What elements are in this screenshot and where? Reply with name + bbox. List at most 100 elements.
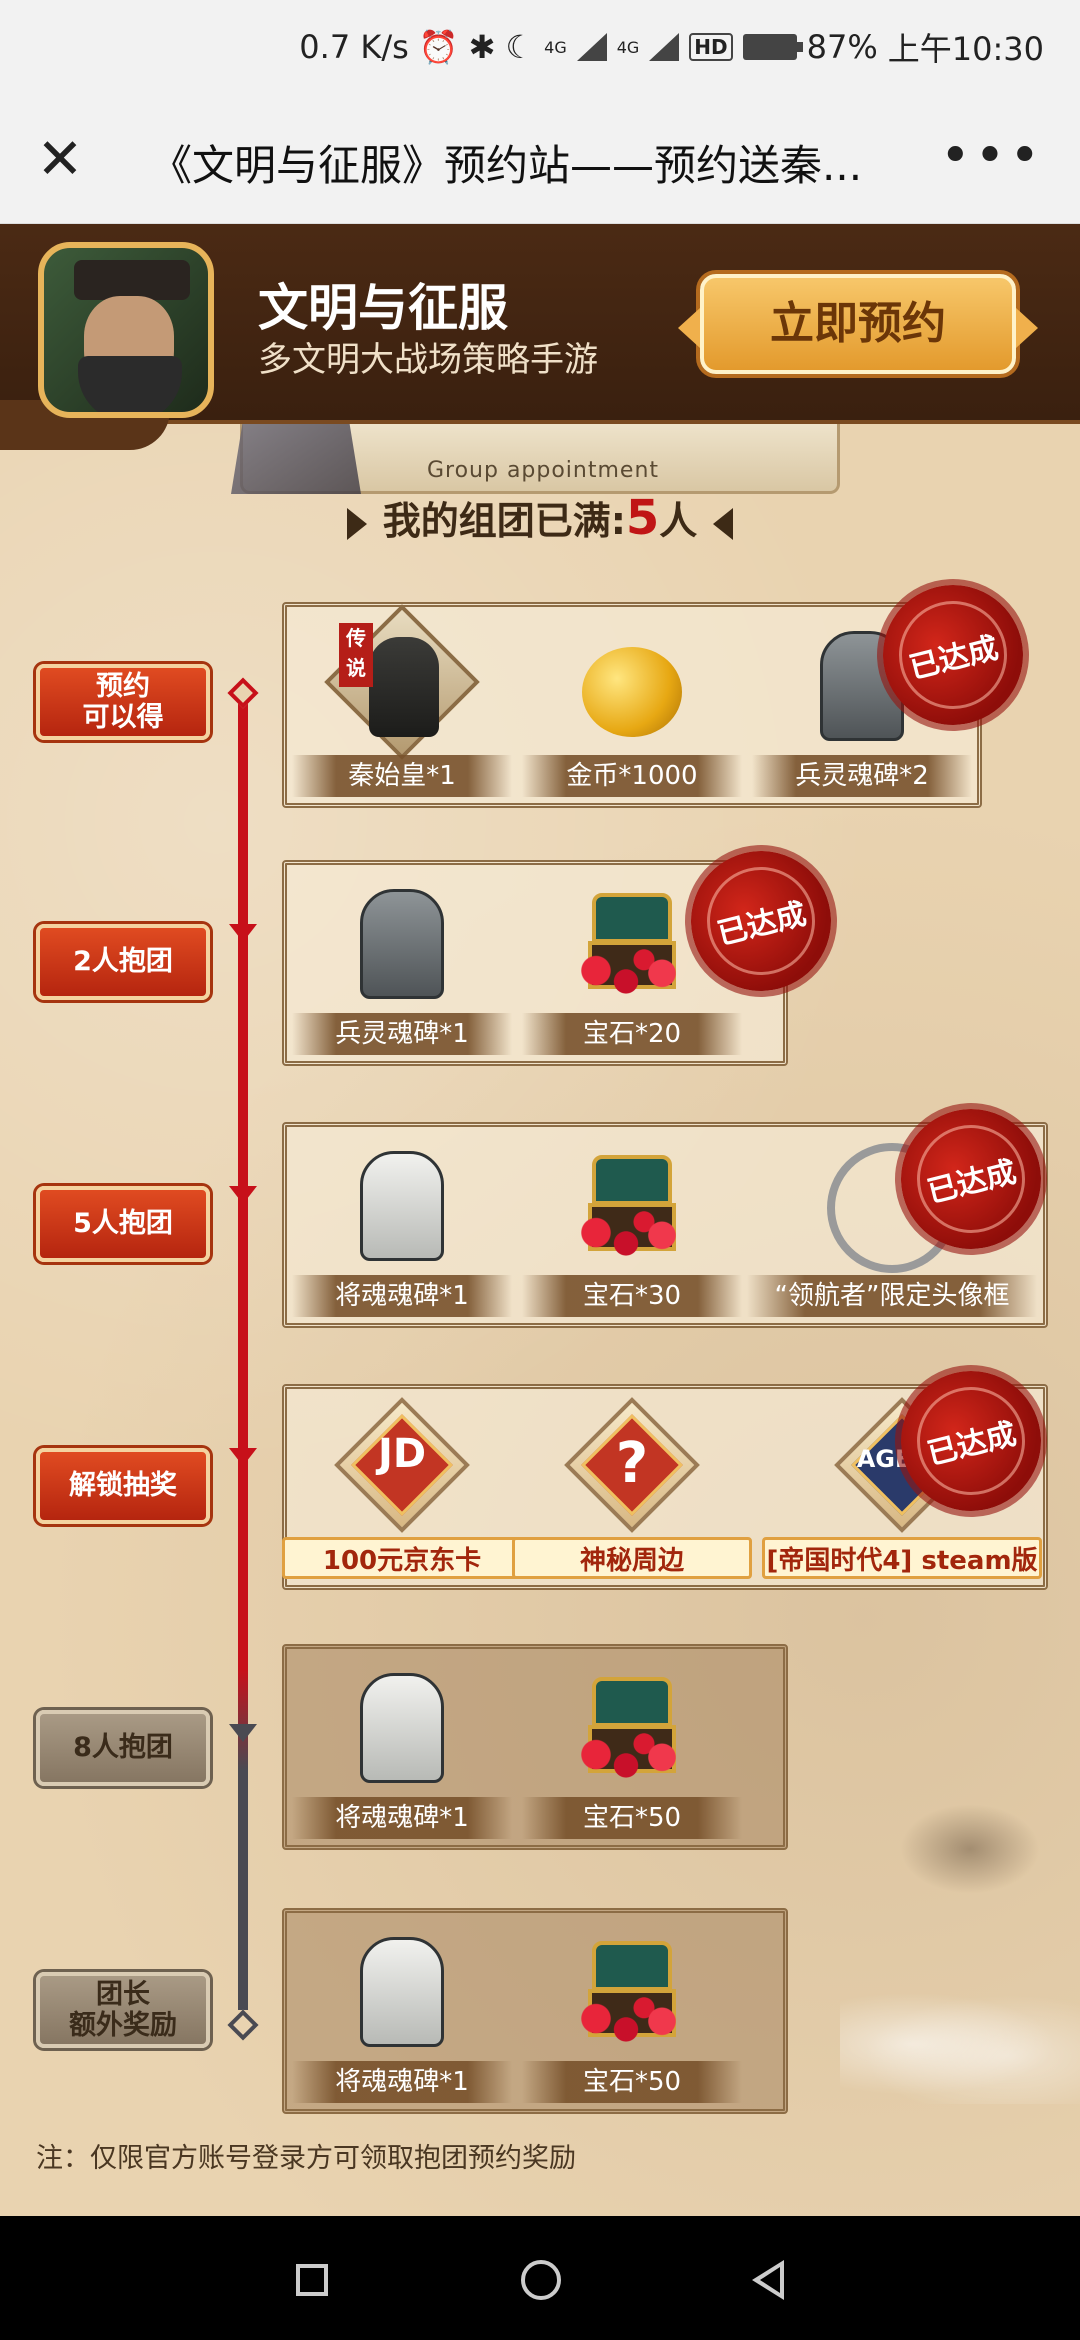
tier-label-8: 8人抱团	[36, 1710, 210, 1786]
signal-icon-2	[649, 33, 680, 61]
signal-icon	[576, 33, 607, 61]
jd-card-icon: JD	[332, 1395, 472, 1535]
bluetooth-icon: ✱	[468, 28, 496, 66]
reward-card-lottery: JD 100元京东卡 ? 神秘周边 AGE IV [帝国时代4] steam版 …	[282, 1356, 1056, 1590]
timeline-arrow-icon	[229, 924, 257, 948]
timeline-arrow-icon	[229, 1724, 257, 1748]
app-icon[interactable]	[38, 242, 214, 418]
app-subtitle: 多文明大战场策略手游	[258, 340, 598, 380]
reward-item[interactable]: 将魂魂碑*1	[287, 1659, 517, 1849]
reward-label: “领航者”限定头像框	[747, 1275, 1037, 1317]
reward-label: 秦始皇*1	[292, 755, 512, 797]
silver-tablet-icon	[360, 1937, 444, 2047]
page-content[interactable]: Group appointment 文明与征服 多文明大战场策略手游 立即预约 …	[0, 224, 1080, 2216]
group-appointment-plaque: Group appointment	[231, 414, 840, 494]
jd-card-symbol: JD	[377, 1431, 427, 1477]
reward-label: 宝石*20	[522, 1013, 742, 1055]
reward-label: 宝石*50	[522, 2061, 742, 2103]
reward-label: 将魂魂碑*1	[292, 2061, 512, 2103]
reward-label: 将魂魂碑*1	[292, 1275, 512, 1317]
app-name: 文明与征服	[258, 279, 508, 337]
gem-chest-icon	[572, 1677, 692, 1787]
reward-label: [帝国时代4] steam版	[762, 1537, 1042, 1579]
silver-tablet-icon	[360, 1151, 444, 1261]
silver-tablet-icon	[360, 1673, 444, 1783]
status-bar: 0.7 K/s ⏰ ✱ ☾ 4G 4G HD 87% 上午10:30	[0, 0, 1080, 96]
reward-item[interactable]: ? 神秘周边	[512, 1397, 752, 1589]
hd-icon: HD	[689, 33, 733, 61]
reward-label: 宝石*50	[522, 1797, 742, 1839]
reward-item[interactable]: 将魂魂碑*1	[287, 1923, 517, 2113]
tier-label-5: 5人抱团	[36, 1186, 210, 1262]
team-count: 5	[625, 490, 660, 546]
reward-label: 兵灵魂碑*1	[292, 1013, 512, 1055]
reward-card-reserve: 传说 秦始皇*1 金币*1000 兵灵魂碑*2 已达成	[282, 570, 1038, 808]
tier-label-reserve: 预约 可以得	[36, 664, 210, 740]
reward-item[interactable]: JD 100元京东卡	[282, 1397, 522, 1589]
reward-label: 将魂魂碑*1	[292, 1797, 512, 1839]
gem-chest-icon	[572, 893, 692, 1003]
reward-card-5: 将魂魂碑*1 宝石*30 “领航者”限定头像框 已达成	[282, 1094, 1056, 1328]
timeline-arrow-icon	[229, 1448, 257, 1472]
reward-label: 金币*1000	[522, 755, 742, 797]
tier-label-lottery: 解锁抽奖	[36, 1448, 210, 1524]
home-icon[interactable]	[521, 2260, 561, 2300]
alarm-icon: ⏰	[418, 28, 459, 66]
battery-icon	[742, 34, 803, 60]
title-bar: ✕ 《文明与征服》预约站——预约送秦... •••	[0, 96, 1080, 224]
reward-card-leader: 将魂魂碑*1 宝石*50	[282, 1908, 788, 2114]
page-title: 《文明与征服》预约站——预约送秦...	[150, 141, 863, 190]
more-options-icon[interactable]: •••	[940, 126, 1044, 186]
mystery-symbol: ?	[615, 1431, 649, 1496]
eagle-decoration	[900, 1804, 1040, 1894]
reward-item[interactable]: 兵灵魂碑*1	[287, 875, 517, 1065]
team-status-suffix: 人	[659, 499, 698, 543]
reward-label: 神秘周边	[512, 1537, 752, 1579]
network-speed: 0.7 K/s	[299, 28, 409, 66]
reward-item[interactable]: 宝石*50	[517, 1659, 747, 1849]
reward-item[interactable]: 宝石*50	[517, 1923, 747, 2113]
plaque-subtitle: Group appointment	[426, 458, 660, 483]
clock: 上午10:30	[887, 30, 1044, 68]
hero-portrait-icon: 传说	[324, 604, 480, 760]
team-status-prefix: 我的组团已满:	[382, 499, 626, 543]
cloud-decoration	[840, 1984, 1080, 2104]
network-type-2: 4G	[616, 37, 640, 57]
timeline-arrow-icon	[229, 1186, 257, 1210]
recent-apps-icon[interactable]	[296, 2264, 328, 2296]
reward-item[interactable]: 将魂魂碑*1	[287, 1137, 517, 1327]
legend-tag: 传说	[339, 623, 373, 687]
reward-label: 宝石*30	[522, 1275, 742, 1317]
back-icon[interactable]	[752, 2260, 784, 2300]
system-nav-bar	[0, 2216, 1080, 2340]
gold-coin-icon	[582, 647, 682, 737]
flag-right-icon	[713, 507, 734, 540]
footnote: 注：仅限官方账号登录方可领取抱团预约奖励	[36, 2143, 576, 2174]
reward-item[interactable]: 宝石*30	[517, 1137, 747, 1327]
network-type-1: 4G	[544, 37, 567, 57]
flag-left-icon	[346, 507, 367, 540]
gem-chest-icon	[572, 1155, 692, 1265]
beard-icon	[78, 356, 182, 412]
crown-icon	[74, 260, 190, 300]
reward-item[interactable]: 金币*1000	[517, 617, 747, 807]
close-icon[interactable]: ✕	[30, 130, 90, 190]
moon-icon: ☾	[505, 28, 535, 66]
gem-chest-icon	[572, 1941, 692, 2051]
reward-label: 兵灵魂碑*2	[752, 755, 972, 797]
timeline-line	[238, 690, 248, 2010]
timeline-end-icon	[227, 2009, 259, 2041]
app-banner: 文明与征服 多文明大战场策略手游 立即预约	[0, 224, 1080, 450]
reward-card-8: 将魂魂碑*1 宝石*50	[282, 1644, 788, 1850]
soul-tablet-icon	[360, 889, 444, 999]
reward-item[interactable]: 传说 秦始皇*1	[287, 604, 517, 807]
timeline-start-icon	[227, 677, 259, 709]
reward-label: 100元京东卡	[282, 1537, 522, 1579]
reward-card-2: 兵灵魂碑*1 宝石*20 已达成	[282, 836, 846, 1066]
battery-level: 87%	[806, 28, 878, 66]
reserve-now-button[interactable]: 立即预约	[678, 274, 1038, 374]
mystery-icon: ?	[562, 1395, 702, 1535]
team-status: 我的组团已满:5人	[0, 490, 1080, 546]
tier-label-leader: 团长 额外奖励	[36, 1972, 210, 2048]
tier-label-2: 2人抱团	[36, 924, 210, 1000]
